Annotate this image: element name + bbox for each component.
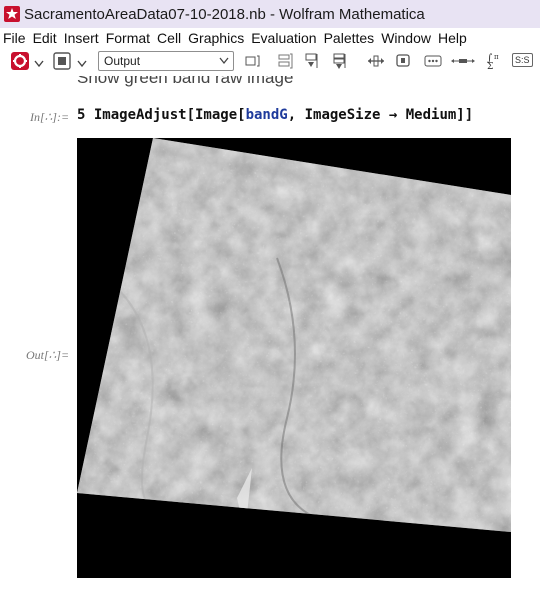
input-cell[interactable]: 5 ImageAdjust[Image[bandG, ImageSize → M… bbox=[77, 107, 473, 123]
gear-icon bbox=[11, 52, 29, 70]
resize-icon bbox=[368, 55, 384, 67]
resize-button[interactable] bbox=[366, 52, 386, 75]
menu-cell[interactable]: Cell bbox=[154, 30, 185, 46]
chevron-down-icon bbox=[77, 60, 87, 68]
input-label: In[∴]:= bbox=[30, 110, 70, 124]
satellite-image-graphic bbox=[77, 138, 511, 578]
abort-icon bbox=[53, 52, 71, 70]
evaluate-dropdown[interactable] bbox=[34, 55, 44, 73]
code-part-1: 5 ImageAdjust[Image[ bbox=[77, 107, 246, 123]
frame-icon bbox=[396, 54, 410, 67]
output-label: Out[∴]= bbox=[26, 348, 70, 362]
menu-insert[interactable]: Insert bbox=[61, 30, 103, 46]
menu-help[interactable]: Help bbox=[435, 30, 471, 46]
menu-window[interactable]: Window bbox=[378, 30, 435, 46]
svg-text:π: π bbox=[494, 53, 499, 61]
code-part-2: , ImageSize → Medium]] bbox=[287, 107, 474, 123]
group-cells-icon bbox=[278, 53, 293, 69]
chevron-down-icon bbox=[34, 60, 44, 68]
menu-graphics[interactable]: Graphics bbox=[185, 30, 248, 46]
toolbar: Output ∫ π Σ S:S bbox=[0, 48, 540, 76]
cell-bracket-icon bbox=[245, 55, 260, 67]
insert-after-icon bbox=[333, 53, 346, 69]
menu-format[interactable]: Format bbox=[103, 30, 154, 46]
code-variable: bandG bbox=[245, 107, 288, 123]
output-satellite-image[interactable] bbox=[77, 138, 511, 578]
cell-bracket-button[interactable] bbox=[244, 52, 262, 75]
insert-below-button[interactable] bbox=[303, 52, 321, 75]
menu-file[interactable]: File bbox=[0, 30, 30, 46]
integral-sum-icon: ∫ π Σ bbox=[487, 53, 499, 72]
chevron-down-icon bbox=[219, 57, 229, 65]
section-text-cell[interactable]: Show green band raw image bbox=[77, 76, 293, 88]
menu-palettes[interactable]: Palettes bbox=[321, 30, 379, 46]
expand-arrows-icon bbox=[451, 59, 475, 63]
placeholder-button[interactable] bbox=[423, 52, 443, 75]
title-bar: SacramentoAreaData07-10-2018.nb - Wolfra… bbox=[0, 0, 540, 28]
sis-button[interactable]: S:S bbox=[512, 53, 533, 67]
sis-label: S:S bbox=[512, 53, 533, 67]
frame-button[interactable] bbox=[394, 52, 412, 75]
menu-bar: File Edit Insert Format Cell Graphics Ev… bbox=[0, 28, 540, 48]
notebook-area[interactable]: Show green band raw image In[∴]:= 5 Imag… bbox=[0, 76, 540, 591]
abort-dropdown[interactable] bbox=[77, 55, 87, 73]
svg-text:Σ: Σ bbox=[487, 62, 493, 71]
placeholder-icon bbox=[424, 55, 442, 67]
abort-button[interactable] bbox=[52, 51, 72, 76]
cell-style-value: Output bbox=[104, 54, 141, 68]
cell-style-select[interactable]: Output bbox=[98, 51, 234, 71]
insert-after-button[interactable] bbox=[331, 52, 349, 75]
evaluate-gear-button[interactable] bbox=[10, 51, 30, 76]
group-cells-button[interactable] bbox=[276, 52, 294, 75]
expand-button[interactable] bbox=[449, 52, 477, 75]
mathematica-app-icon bbox=[4, 6, 20, 22]
math-assistant-button[interactable]: ∫ π Σ bbox=[485, 51, 505, 76]
window-title: SacramentoAreaData07-10-2018.nb - Wolfra… bbox=[24, 5, 425, 23]
insert-below-icon bbox=[305, 53, 318, 68]
menu-evaluation[interactable]: Evaluation bbox=[248, 30, 320, 46]
menu-edit[interactable]: Edit bbox=[30, 30, 61, 46]
